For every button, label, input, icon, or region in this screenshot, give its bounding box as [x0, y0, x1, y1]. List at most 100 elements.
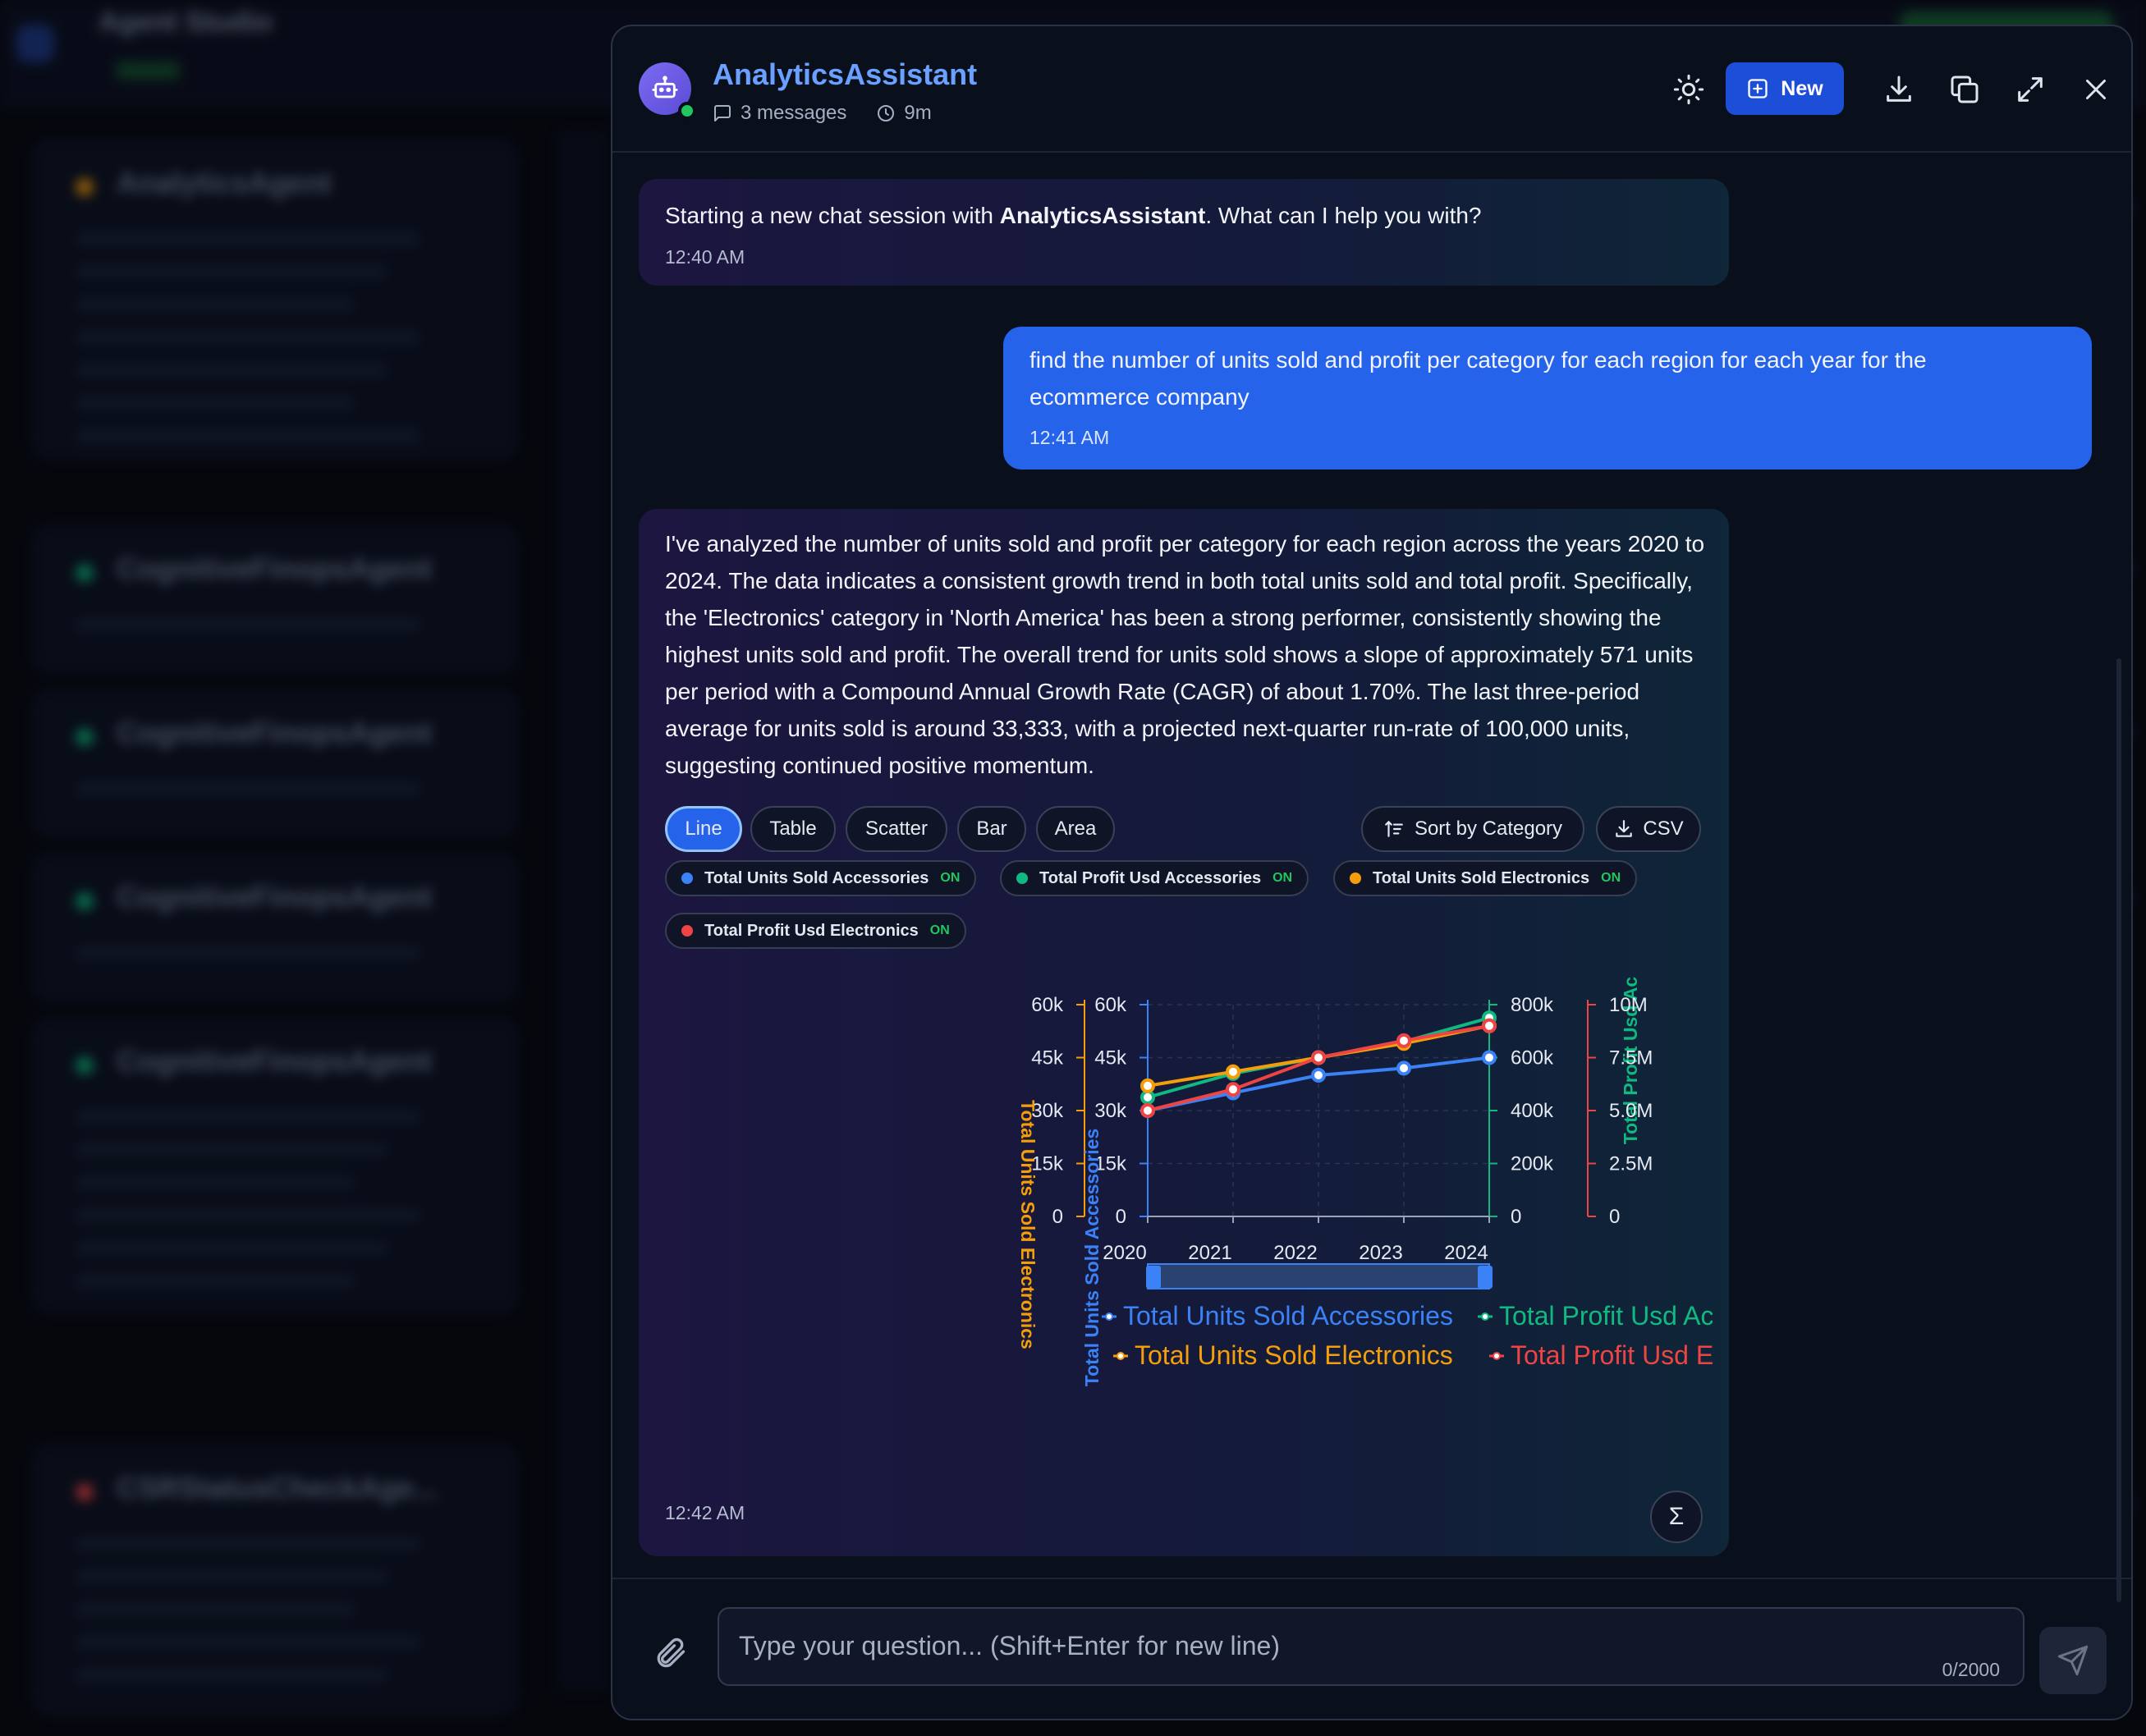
- background-card-line: [76, 1537, 420, 1551]
- data-point: [1396, 1033, 1411, 1048]
- data-point: [1311, 1068, 1326, 1083]
- new-chat-button[interactable]: New: [1726, 62, 1844, 115]
- message-input[interactable]: [739, 1625, 1970, 1666]
- background-card-title: CognitiveFinopsAgent: [117, 716, 432, 749]
- data-point: [1140, 1103, 1155, 1118]
- series-color-dot: [1016, 873, 1028, 884]
- background-card-line: [76, 330, 420, 345]
- user-message: find the number of units sold and profit…: [1003, 327, 2092, 469]
- background-card-line: [76, 1208, 420, 1223]
- session-duration: 9m: [904, 102, 932, 124]
- background-card-line: [76, 617, 420, 632]
- composer: 0/2000: [612, 1578, 2131, 1719]
- range-slider-track: [1147, 1263, 1490, 1289]
- axis-tick-label: 60k: [1031, 994, 1064, 1016]
- attach-button[interactable]: [652, 1635, 688, 1675]
- background-card-title: CSRStatusCheckAge...: [117, 1471, 439, 1505]
- sun-icon: [1673, 74, 1704, 105]
- axis-tick-label: 0: [1609, 1206, 1620, 1228]
- chart-tab-table[interactable]: Table: [750, 806, 836, 852]
- background-card-line: [76, 297, 355, 312]
- agent-name: AnalyticsAssistant: [713, 57, 978, 91]
- background-column: [558, 131, 608, 1691]
- data-point: [1482, 1050, 1497, 1065]
- data-point: [1396, 1060, 1411, 1076]
- legend-swatch-marker: [1105, 1312, 1113, 1321]
- background-status: [115, 62, 181, 80]
- sort-label: Sort by Category: [1414, 818, 1563, 840]
- background-card-dot: [76, 1056, 94, 1074]
- background-card-title: CognitiveFinopsAgent: [117, 880, 432, 914]
- chart-tab-area[interactable]: Area: [1036, 806, 1115, 852]
- series-toggle-units-accessories[interactable]: Total Units Sold Accessories ON: [665, 860, 977, 896]
- expand-button[interactable]: [2010, 69, 2051, 110]
- background-app-title: Agent Studio: [99, 7, 273, 38]
- expand-icon: [2018, 77, 2043, 102]
- csv-label: CSV: [1643, 818, 1684, 840]
- background-card-line: [76, 396, 355, 410]
- background-card-line: [76, 1110, 420, 1125]
- background-card-title: CognitiveFinopsAgent: [117, 1044, 432, 1078]
- series-toggle-units-electronics[interactable]: Total Units Sold Electronics ON: [1333, 860, 1638, 896]
- background-card-line: [76, 1241, 387, 1256]
- close-button[interactable]: [2075, 69, 2116, 110]
- axis-tick-label: 5.0M: [1609, 1100, 1653, 1122]
- download-icon: [1887, 76, 1911, 102]
- data-point: [1140, 1078, 1155, 1093]
- axis-tick-label: 0: [1052, 1206, 1063, 1228]
- message-text: I've analyzed the number of units sold a…: [665, 531, 1705, 778]
- legend-label: Total Profit Usd Accessories: [1499, 1301, 1713, 1331]
- series-toggle-profit-accessories[interactable]: Total Profit Usd Accessories ON: [1000, 860, 1309, 896]
- download-icon: [1616, 820, 1633, 837]
- message-count: 3 messages: [741, 102, 847, 124]
- background-card-dot: [76, 178, 94, 196]
- series-color-dot: [681, 925, 693, 937]
- axis-tick-label: 45k: [1094, 1047, 1127, 1070]
- chat-scrollbar[interactable]: [2116, 658, 2121, 1602]
- chart-tab-line[interactable]: Line: [665, 806, 742, 852]
- series-toggle-profit-electronics[interactable]: Total Profit Usd Electronics ON: [665, 913, 966, 949]
- background-card-line: [76, 1175, 355, 1190]
- background-agent-card: AnalyticsAgent: [33, 140, 517, 460]
- axis-tick-label: 45k: [1031, 1047, 1064, 1070]
- background-card-line: [76, 1143, 387, 1157]
- online-status-dot: [678, 102, 696, 120]
- legend-swatch-marker: [1493, 1352, 1501, 1360]
- copy-chat-button[interactable]: [1944, 69, 1985, 110]
- theme-toggle-button[interactable]: [1668, 69, 1709, 110]
- background-card-line: [76, 363, 387, 378]
- data-point: [1226, 1064, 1240, 1079]
- series-toggle-state: ON: [929, 923, 950, 937]
- chart-tab-bar[interactable]: Bar: [957, 806, 1026, 852]
- robot-icon: [652, 76, 678, 98]
- chart-tab-scatter[interactable]: Scatter: [846, 806, 947, 852]
- axis-tick-label: 0: [1511, 1206, 1521, 1228]
- sort-icon: [1385, 820, 1403, 837]
- background-card-title: CognitiveFinopsAgent: [117, 552, 432, 585]
- range-slider-handle-end: [1478, 1266, 1493, 1289]
- background-card-line: [76, 1635, 420, 1650]
- series-toggle-label: Total Profit Usd Electronics: [704, 921, 919, 940]
- x-axis-tick-label: 2024: [1444, 1242, 1488, 1264]
- series-toggle-label: Total Units Sold Accessories: [704, 868, 929, 887]
- legend-label: Total Units Sold Electronics: [1135, 1340, 1453, 1370]
- send-button[interactable]: [2039, 1627, 2107, 1694]
- legend-swatch-marker: [1481, 1312, 1489, 1321]
- message-time: 12:40 AM: [665, 246, 745, 268]
- sort-by-category-button[interactable]: Sort by Category: [1361, 806, 1584, 852]
- axis-title: Total Units Sold Electronics: [1017, 1100, 1039, 1349]
- axis-tick-label: 0: [1116, 1206, 1126, 1228]
- message-input-box: 0/2000: [718, 1607, 2024, 1686]
- legend-label: Total Units Sold Accessories: [1123, 1301, 1453, 1331]
- axis-tick-label: 60k: [1094, 994, 1127, 1016]
- csv-download-button[interactable]: CSV: [1596, 806, 1701, 852]
- message-text: Starting a new chat session with Analyti…: [665, 197, 1482, 234]
- close-icon: [2086, 80, 2106, 99]
- message-icon: [714, 105, 731, 121]
- series-color-dot: [681, 873, 693, 884]
- background-agent-card: CognitiveFinopsAgent: [33, 689, 517, 837]
- background-card-line: [76, 1274, 355, 1289]
- background-card-line: [76, 231, 420, 246]
- series-toggle-state: ON: [1601, 871, 1621, 885]
- download-chat-button[interactable]: [1878, 69, 1919, 110]
